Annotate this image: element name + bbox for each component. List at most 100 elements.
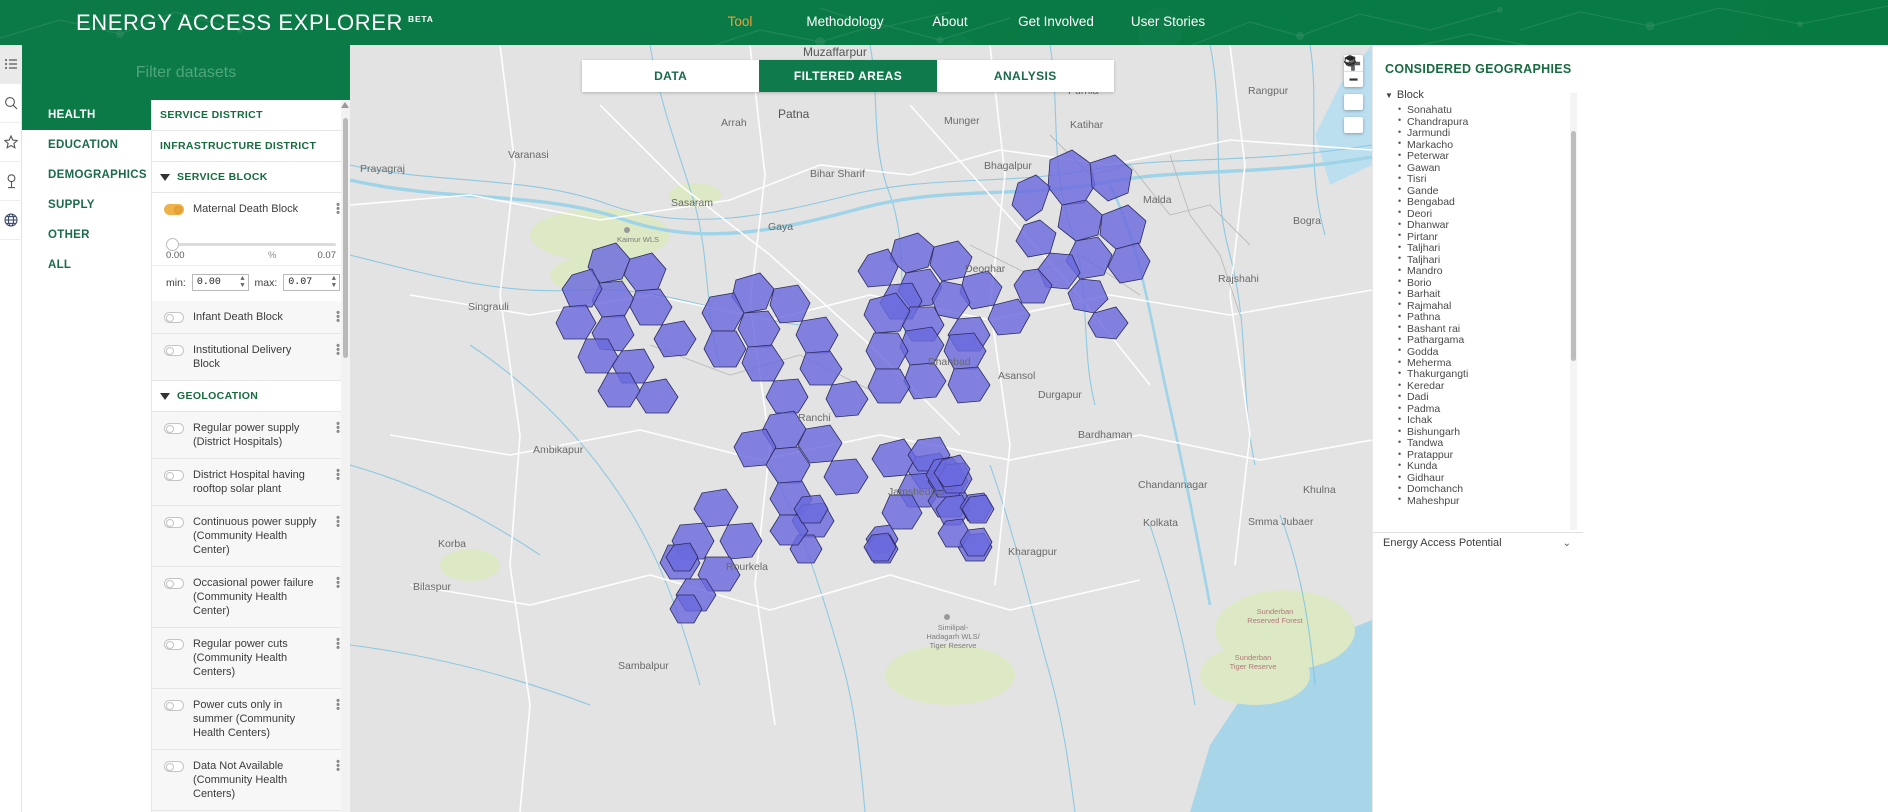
list-item[interactable]: Bishungarh bbox=[1407, 427, 1573, 438]
dataset-toggle[interactable] bbox=[164, 700, 184, 711]
list-item[interactable]: Ichak bbox=[1407, 415, 1573, 426]
list-item[interactable]: Mandro bbox=[1407, 266, 1573, 277]
nav-item-methodology[interactable]: Methodology bbox=[790, 14, 900, 29]
slider-handle[interactable] bbox=[166, 238, 179, 251]
list-item[interactable]: Peterwar bbox=[1407, 151, 1573, 162]
layers-button[interactable] bbox=[1344, 94, 1363, 110]
dataset-toggle[interactable] bbox=[164, 312, 184, 323]
maternal-death-slider[interactable]: 0.00 % 0.07 bbox=[152, 225, 350, 265]
list-item[interactable]: Meherma bbox=[1407, 358, 1573, 369]
category-other[interactable]: OTHER bbox=[22, 220, 151, 250]
dataset-row-regular-power-supply-district-hospitals[interactable]: Regular power supply (District Hospitals… bbox=[152, 412, 350, 459]
stepper-icon[interactable]: ▲▼ bbox=[240, 276, 244, 290]
nav-item-about[interactable]: About bbox=[900, 14, 1000, 29]
dataset-toggle[interactable] bbox=[164, 517, 184, 528]
map-controls: ➕ ━ bbox=[1344, 55, 1363, 140]
dataset-row-regular-power-cuts-chc[interactable]: Regular power cuts (Community Health Cen… bbox=[152, 628, 350, 689]
dataset-toggle[interactable] bbox=[164, 345, 184, 356]
list-item[interactable]: Sonahatu bbox=[1407, 105, 1573, 116]
list-item[interactable]: Dadi bbox=[1407, 392, 1573, 403]
rail-item-search[interactable] bbox=[0, 84, 22, 123]
dataset-row-power-cuts-summer-chc[interactable]: Power cuts only in summer (Community Hea… bbox=[152, 689, 350, 750]
list-item[interactable]: Chandrapura bbox=[1407, 116, 1573, 127]
dataset-row-data-not-available-chc[interactable]: Data Not Available (Community Health Cen… bbox=[152, 750, 350, 811]
map-canvas[interactable]: DATA FILTERED AREAS ANALYSIS ➕ ━ bbox=[350, 45, 1372, 812]
nav-item-get-involved[interactable]: Get Involved bbox=[1000, 14, 1112, 29]
filter-body: HEALTH EDUCATION DEMOGRAPHICS SUPPLY OTH… bbox=[22, 100, 350, 812]
list-item[interactable]: Jarmundi bbox=[1407, 128, 1573, 139]
stepper-icon[interactable]: ▲▼ bbox=[332, 276, 336, 290]
list-item[interactable]: Padma bbox=[1407, 404, 1573, 415]
list-item[interactable]: Keredar bbox=[1407, 381, 1573, 392]
dataset-row-institutional-delivery-block[interactable]: Institutional Delivery Block ••• bbox=[152, 334, 350, 381]
zoom-out-button[interactable]: ━ bbox=[1344, 71, 1363, 87]
list-item[interactable]: Maheshpur bbox=[1407, 495, 1573, 506]
dataset-row-maternal-death-block[interactable]: Maternal Death Block ••• bbox=[152, 193, 350, 225]
group-service-district[interactable]: SERVICE DISTRICT bbox=[152, 100, 350, 131]
list-item[interactable]: Tandwa bbox=[1407, 438, 1573, 449]
rail-item-favorites[interactable] bbox=[0, 123, 22, 162]
energy-access-potential-accordion[interactable]: Energy Access Potential ⌄ bbox=[1383, 537, 1583, 549]
list-item[interactable]: Thakurgangti bbox=[1407, 369, 1573, 380]
dataset-toggle[interactable] bbox=[164, 639, 184, 650]
tab-data[interactable]: DATA bbox=[582, 60, 759, 92]
dataset-row-occasional-power-failure-chc[interactable]: Occasional power failure (Community Heal… bbox=[152, 567, 350, 628]
dataset-toggle[interactable] bbox=[164, 470, 184, 481]
dataset-toggle[interactable] bbox=[164, 761, 184, 772]
list-item[interactable]: Dhanwar bbox=[1407, 220, 1573, 231]
list-item[interactable]: Gidhaur bbox=[1407, 473, 1573, 484]
scroll-up-arrow-icon[interactable] bbox=[341, 102, 349, 108]
list-item[interactable]: Pirtanr bbox=[1407, 231, 1573, 242]
dataset-row-district-hospital-rooftop-solar[interactable]: District Hospital having rooftop solar p… bbox=[152, 459, 350, 506]
list-item[interactable]: Bashant rai bbox=[1407, 323, 1573, 334]
rail-item-geography[interactable] bbox=[0, 201, 22, 240]
list-item[interactable]: Markacho bbox=[1407, 139, 1573, 150]
slider-track[interactable] bbox=[166, 243, 336, 246]
group-geolocation[interactable]: GEOLOCATION bbox=[152, 381, 350, 412]
filter-datasets-input[interactable]: Filter datasets bbox=[136, 64, 236, 82]
geography-group-header[interactable]: ▼Block bbox=[1381, 87, 1573, 105]
list-item[interactable]: Rajmahal bbox=[1407, 300, 1573, 311]
tab-analysis[interactable]: ANALYSIS bbox=[937, 60, 1114, 92]
nav-item-tool[interactable]: Tool bbox=[690, 14, 790, 29]
dataset-scrollbar-track[interactable] bbox=[341, 100, 350, 812]
list-item[interactable]: Domchanch bbox=[1407, 484, 1573, 495]
list-item[interactable]: Deori bbox=[1407, 208, 1573, 219]
dataset-scrollbar-thumb[interactable] bbox=[343, 118, 348, 358]
rail-item-list[interactable] bbox=[0, 45, 22, 84]
dataset-row-infant-death-block[interactable]: Infant Death Block ••• bbox=[152, 301, 350, 334]
category-all[interactable]: ALL bbox=[22, 250, 151, 280]
dataset-toggle[interactable] bbox=[164, 204, 184, 215]
list-item[interactable]: Godda bbox=[1407, 346, 1573, 357]
map-label-munger: Munger bbox=[944, 115, 980, 127]
list-item[interactable]: Barhait bbox=[1407, 289, 1573, 300]
dataset-toggle[interactable] bbox=[164, 578, 184, 589]
category-education[interactable]: EDUCATION bbox=[22, 130, 151, 160]
max-input[interactable]: 0.07 ▲▼ bbox=[283, 274, 340, 291]
min-input[interactable]: 0.00 ▲▼ bbox=[192, 274, 249, 291]
list-item[interactable]: Pratappur bbox=[1407, 450, 1573, 461]
group-infrastructure-district[interactable]: INFRASTRUCTURE DISTRICT bbox=[152, 131, 350, 162]
category-health[interactable]: HEALTH bbox=[22, 100, 151, 130]
list-item[interactable]: Taljhari bbox=[1407, 243, 1573, 254]
nav-item-user-stories[interactable]: User Stories bbox=[1112, 14, 1224, 29]
tab-filtered-areas[interactable]: FILTERED AREAS bbox=[759, 60, 936, 92]
list-item[interactable]: Pathargama bbox=[1407, 335, 1573, 346]
list-item[interactable]: Pathna bbox=[1407, 312, 1573, 323]
list-item[interactable]: Gande bbox=[1407, 185, 1573, 196]
category-demographics[interactable]: DEMOGRAPHICS bbox=[22, 160, 151, 190]
group-service-block[interactable]: SERVICE BLOCK bbox=[152, 162, 350, 193]
list-item[interactable]: Gawan bbox=[1407, 162, 1573, 173]
list-item[interactable]: Kunda bbox=[1407, 461, 1573, 472]
list-item[interactable]: Bengabad bbox=[1407, 197, 1573, 208]
info-button[interactable] bbox=[1344, 117, 1363, 133]
list-item[interactable]: Taljhari bbox=[1407, 254, 1573, 265]
dataset-toggle[interactable] bbox=[164, 423, 184, 434]
list-item[interactable]: Borio bbox=[1407, 277, 1573, 288]
dataset-row-continuous-power-supply-chc[interactable]: Continuous power supply (Community Healt… bbox=[152, 506, 350, 567]
category-supply[interactable]: SUPPLY bbox=[22, 190, 151, 220]
list-item[interactable]: Tisri bbox=[1407, 174, 1573, 185]
map-label-gaya: Gaya bbox=[768, 221, 793, 233]
rail-item-location[interactable] bbox=[0, 162, 22, 201]
map-label-kolkata: Kolkata bbox=[1143, 517, 1178, 529]
